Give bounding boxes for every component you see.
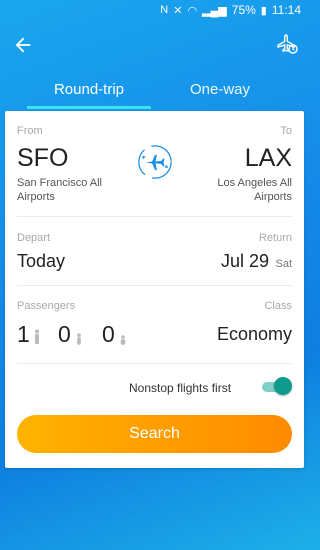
return-weekday: Sat	[275, 258, 292, 270]
divider	[17, 285, 292, 286]
infant-icon	[120, 335, 126, 345]
return-label: Return	[258, 232, 292, 244]
clock: 11:14	[271, 3, 301, 17]
depart-label: Depart	[17, 232, 51, 244]
active-tab-indicator	[27, 106, 151, 109]
adult-icon	[35, 329, 39, 344]
top-bar	[0, 30, 309, 60]
nonstop-toggle[interactable]	[260, 377, 292, 395]
toggle-knob	[274, 377, 292, 395]
return-date[interactable]: Jul 29 Sat	[221, 251, 292, 272]
return-date-value: Jul 29	[220, 251, 270, 271]
mute-icon: ✕	[173, 4, 183, 17]
class-label: Class	[264, 300, 292, 312]
from-label: From	[17, 125, 43, 137]
search-form-card: From SFO San Francisco All Airports To L…	[5, 111, 304, 468]
adults-count[interactable]: 1	[17, 321, 30, 348]
nonstop-label: Nonstop flights first	[129, 381, 232, 395]
destination-name: Los Angeles All Airports	[217, 177, 292, 203]
back-arrow-icon[interactable]	[12, 34, 34, 56]
search-button[interactable]: Search	[17, 415, 292, 453]
to-label: To	[280, 125, 292, 137]
child-icon	[77, 333, 81, 345]
battery-percent: 75%	[231, 3, 256, 17]
origin-name: San Francisco All Airports	[17, 177, 102, 203]
wifi-icon: ◠	[187, 4, 198, 17]
origin-code[interactable]: SFO	[17, 144, 68, 173]
status-bar: N ✕ ◠ ▂▄▆ 75% ▮ 11:14	[0, 0, 309, 20]
swap-route-button[interactable]	[136, 143, 174, 181]
passengers-label: Passengers	[17, 300, 76, 312]
destination-code[interactable]: LAX	[245, 144, 292, 173]
depart-date[interactable]: Today	[17, 251, 65, 272]
divider	[17, 216, 292, 217]
price-alert-plane-icon[interactable]	[275, 32, 299, 56]
nfc-icon: N	[160, 4, 169, 16]
tab-one-way[interactable]: One-way	[162, 78, 278, 110]
infants-count[interactable]: 0	[102, 321, 115, 348]
status-icons: N ✕ ◠ ▂▄▆ 75% ▮ 11:14	[160, 3, 301, 17]
battery-icon: ▮	[260, 4, 267, 17]
children-count[interactable]: 0	[58, 321, 71, 348]
divider	[17, 363, 292, 364]
signal-icon: ▂▄▆	[202, 4, 227, 17]
trip-type-tabs: Round-trip One-way	[0, 78, 309, 110]
cabin-class[interactable]: Economy	[217, 324, 292, 345]
